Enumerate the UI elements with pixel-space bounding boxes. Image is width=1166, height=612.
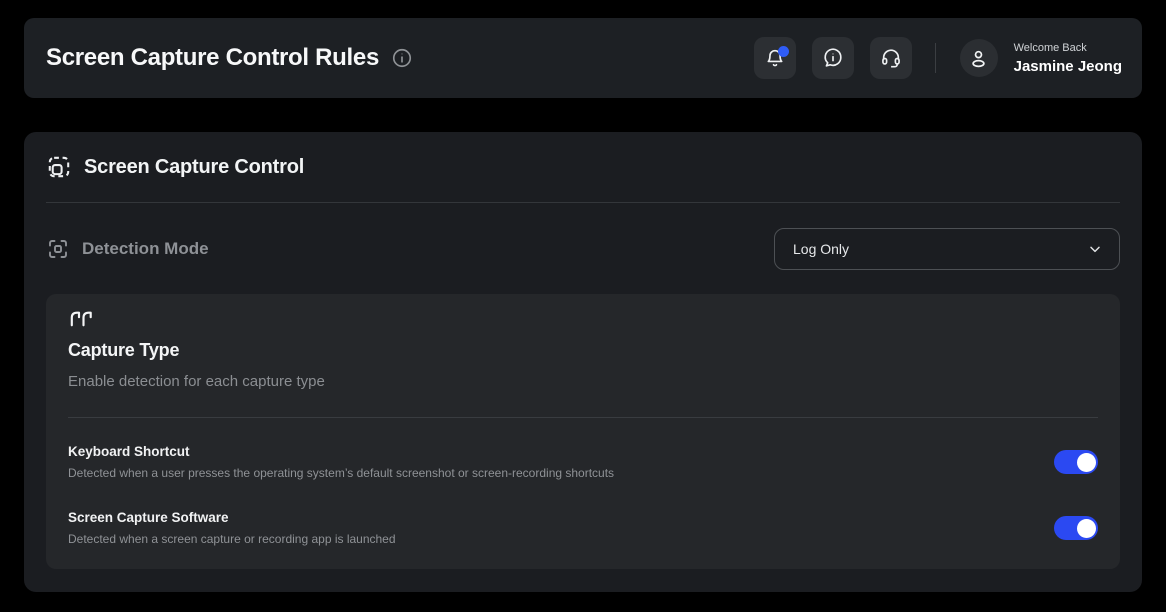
- section-title: Screen Capture Control: [84, 156, 304, 179]
- card-subtitle: Enable detection for each capture type: [68, 373, 1098, 390]
- avatar[interactable]: [960, 39, 998, 77]
- info-circle-icon[interactable]: [391, 47, 413, 69]
- user-name: Jasmine Jeong: [1014, 58, 1122, 75]
- capture-row-keyboard-shortcut: Keyboard Shortcut Detected when a user p…: [68, 418, 1098, 480]
- chevron-down-icon: [1087, 241, 1103, 257]
- notifications-button[interactable]: [754, 37, 796, 79]
- header-divider: [935, 43, 936, 73]
- card-title: Capture Type: [68, 340, 1098, 361]
- row-description: Detected when a user presses the operati…: [68, 466, 614, 480]
- section-header: Screen Capture Control: [46, 132, 1120, 203]
- page-title: Screen Capture Control Rules: [46, 44, 379, 72]
- row-title: Keyboard Shortcut: [68, 444, 614, 459]
- row-description: Detected when a screen capture or record…: [68, 532, 396, 546]
- row-title: Screen Capture Software: [68, 510, 396, 525]
- greeting-label: Welcome Back: [1014, 42, 1122, 54]
- notification-badge: [778, 46, 789, 57]
- header-bar: Screen Capture Control Rules: [24, 18, 1142, 98]
- detection-mode-dropdown[interactable]: Log Only: [774, 228, 1120, 270]
- toggle-knob: [1077, 453, 1096, 472]
- detection-mode-label: Detection Mode: [82, 239, 209, 259]
- keyboard-shortcut-toggle[interactable]: [1054, 450, 1098, 474]
- screen-capture-software-toggle[interactable]: [1054, 516, 1098, 540]
- main-panel: Screen Capture Control Detection Mode Lo…: [24, 132, 1142, 592]
- dropdown-selected-value: Log Only: [793, 241, 849, 257]
- detection-mode-row: Detection Mode Log Only: [46, 203, 1120, 270]
- header-actions: Welcome Back Jasmine Jeong: [738, 37, 1122, 79]
- row-text: Keyboard Shortcut Detected when a user p…: [68, 444, 614, 480]
- user-text: Welcome Back Jasmine Jeong: [1014, 42, 1122, 75]
- row-text: Screen Capture Software Detected when a …: [68, 510, 396, 546]
- quote-icon: [68, 294, 1098, 328]
- detection-mode-left: Detection Mode: [46, 237, 209, 261]
- screen-capture-icon: [46, 154, 72, 180]
- capture-type-card: Capture Type Enable detection for each c…: [46, 294, 1120, 569]
- headset-icon: [880, 47, 902, 69]
- scan-icon: [46, 237, 70, 261]
- chat-info-icon: [822, 47, 844, 69]
- support-button[interactable]: [870, 37, 912, 79]
- help-button[interactable]: [812, 37, 854, 79]
- capture-row-screen-capture-software: Screen Capture Software Detected when a …: [68, 480, 1098, 546]
- toggle-knob: [1077, 519, 1096, 538]
- person-icon: [967, 47, 990, 70]
